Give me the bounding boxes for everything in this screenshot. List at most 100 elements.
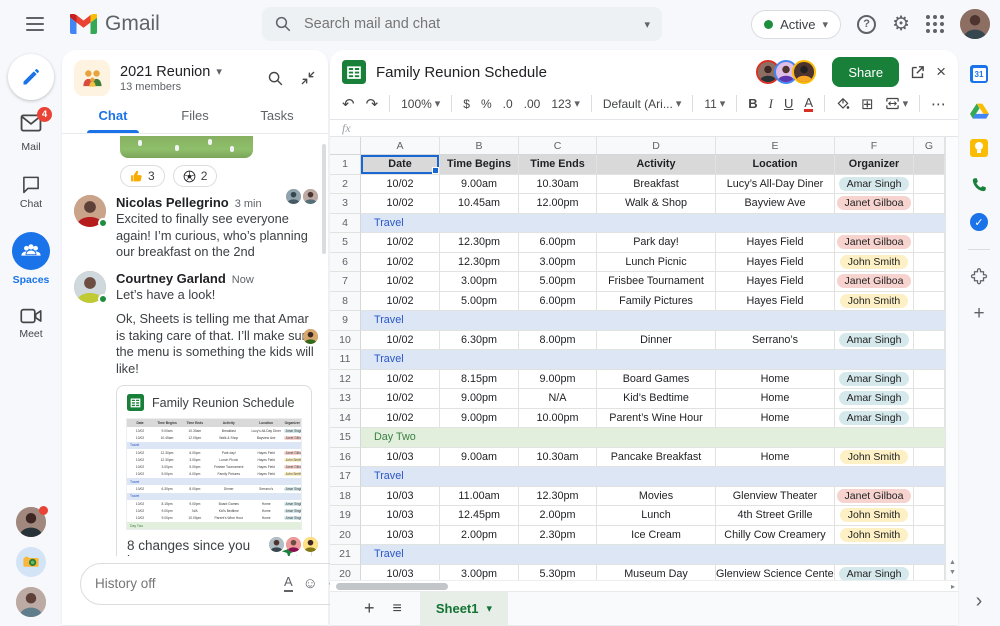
sheet-cell[interactable]: Glenview Science Center (716, 564, 835, 580)
sheet-cell[interactable]: Chilly Cow Creamery (716, 525, 835, 545)
document-title[interactable]: Family Reunion Schedule (376, 64, 752, 81)
sheet-cell[interactable]: 10.45am (440, 194, 519, 214)
sheets-preview-card[interactable]: Family Reunion Schedule Date Time Begins T… (116, 385, 312, 556)
collapse-icon[interactable] (300, 70, 316, 86)
sheet-cell[interactable] (914, 252, 945, 272)
borders-icon[interactable]: ⊞ (861, 95, 874, 113)
sheet-cell[interactable] (914, 447, 945, 467)
more-toolbar-icon[interactable]: ⋯ (931, 95, 946, 113)
sheet-cell[interactable]: 10/02 (361, 330, 440, 350)
sheet-cell[interactable]: 9.00pm (440, 408, 519, 428)
sheet-cell[interactable] (914, 330, 945, 350)
sheet-cell[interactable]: John Smith (835, 525, 914, 545)
collaborator-avatar[interactable] (792, 60, 817, 84)
underline-button[interactable]: U (784, 96, 793, 111)
italic-button[interactable]: I (769, 96, 773, 112)
google-apps-icon[interactable] (926, 15, 944, 33)
emoji-icon[interactable]: ☺ (303, 575, 318, 592)
sheet-cell[interactable]: 2.00pm (519, 506, 597, 526)
sheet-cell[interactable]: Organizer (835, 155, 914, 175)
undo-icon[interactable]: ↶ (342, 95, 355, 113)
sheet-cell[interactable]: Glenview Theater (716, 486, 835, 506)
keep-icon[interactable] (969, 138, 989, 158)
column-header-F[interactable]: F (835, 137, 914, 154)
share-button[interactable]: Share (832, 57, 900, 87)
row-header[interactable]: 2 (330, 174, 361, 194)
compose-button[interactable] (8, 54, 54, 100)
sidebar-item-chat[interactable]: Chat (0, 175, 62, 210)
sheet-cell[interactable]: Amar Singh (835, 330, 914, 350)
sheet-cell[interactable]: Location (716, 155, 835, 175)
row-header[interactable]: 11 (330, 350, 361, 370)
sheet-cell[interactable]: N/A (519, 389, 597, 409)
sheet-cell[interactable]: Home (716, 369, 835, 389)
sheet-cell[interactable] (914, 389, 945, 409)
column-header-E[interactable]: E (716, 137, 835, 154)
row-header[interactable]: 10 (330, 330, 361, 350)
search-options-caret-icon[interactable]: ▾ (644, 18, 650, 31)
sheet-cell[interactable]: 11.00am (440, 486, 519, 506)
merge-cells-icon[interactable]: ▾ (885, 97, 908, 110)
sheet-cell[interactable]: 10/03 (361, 506, 440, 526)
sheet-tab[interactable]: Sheet1 ▾ (419, 591, 509, 626)
sheet-cell[interactable]: Ice Cream (597, 525, 716, 545)
sheet-cell[interactable]: Lunch (597, 506, 716, 526)
settings-gear-icon[interactable]: ⚙ (892, 14, 910, 34)
sheet-cell[interactable]: Home (716, 408, 835, 428)
sheet-cell[interactable]: Janet Gilboa (835, 194, 914, 214)
sheet-cell[interactable]: Park day! (597, 233, 716, 253)
sheet-cell[interactable]: 5.00pm (440, 291, 519, 311)
format-percent-button[interactable]: % (481, 97, 492, 111)
vertical-scrollbar[interactable]: ▲ ▼ (945, 137, 958, 580)
sheet-cell[interactable] (914, 194, 945, 214)
select-all-corner[interactable] (330, 137, 361, 154)
search-bar[interactable]: ▾ (262, 7, 662, 41)
sheet-cell[interactable]: 12.45pm (440, 506, 519, 526)
row-header[interactable]: 6 (330, 252, 361, 272)
row-header[interactable]: 16 (330, 447, 361, 467)
open-in-new-icon[interactable] (909, 64, 926, 81)
row-header[interactable]: 14 (330, 408, 361, 428)
sheet-cell[interactable]: 6.30pm (440, 330, 519, 350)
sheet-cell[interactable]: Family Pictures (597, 291, 716, 311)
sheet-cell[interactable]: 10/02 (361, 389, 440, 409)
row-header[interactable]: 12 (330, 369, 361, 389)
sheet-cell[interactable] (914, 506, 945, 526)
column-header-G[interactable]: G (914, 137, 945, 154)
sheet-cell[interactable]: Time Begins (440, 155, 519, 175)
sheet-cell[interactable]: Amar Singh (835, 369, 914, 389)
sheet-cell[interactable]: 8.00pm (519, 330, 597, 350)
sheet-cell[interactable]: 5.30pm (519, 564, 597, 580)
row-header[interactable]: 20 (330, 525, 361, 545)
account-avatar[interactable] (960, 9, 990, 39)
banner-row-travel[interactable]: Travel (361, 311, 958, 331)
column-header-B[interactable]: B (440, 137, 519, 154)
sheet-cell[interactable]: Amar Singh (835, 174, 914, 194)
chat-scrollbar[interactable] (322, 144, 326, 254)
voice-icon[interactable] (969, 175, 989, 195)
close-icon[interactable]: × (936, 62, 946, 82)
row-header[interactable]: 19 (330, 506, 361, 526)
scroll-right-icon[interactable]: ▸ (951, 581, 955, 592)
sheet-cell[interactable]: 9.00am (440, 447, 519, 467)
message-input-pill[interactable]: A ☺ ⋯ (80, 562, 356, 605)
sheet-cell[interactable]: 10/03 (361, 564, 440, 580)
row-header[interactable]: 17 (330, 467, 361, 487)
more-formats-button[interactable]: 123 ▾ (551, 97, 580, 111)
search-input[interactable] (302, 15, 635, 33)
sheet-cell[interactable] (914, 408, 945, 428)
banner-row-daytwo[interactable]: Day Two (361, 428, 958, 448)
sheet-cell[interactable]: Board Games (597, 369, 716, 389)
sheet-cell[interactable]: 10/02 (361, 272, 440, 292)
sheet-cell[interactable]: Home (716, 447, 835, 467)
contact-avatar[interactable] (16, 547, 46, 577)
sheet-cell[interactable]: 9.00pm (440, 389, 519, 409)
sheet-cell[interactable]: Amar Singh (835, 389, 914, 409)
sheet-cell[interactable]: 10/02 (361, 174, 440, 194)
font-size-select[interactable]: 11 ▾ (704, 97, 725, 111)
sheet-cell[interactable]: Hayes Field (716, 233, 835, 253)
sheet-cell[interactable]: 10.00pm (519, 408, 597, 428)
sheet-cell[interactable]: Kid’s Bedtime (597, 389, 716, 409)
sheet-cell[interactable]: 10.30am (519, 447, 597, 467)
column-header-A[interactable]: A (361, 137, 440, 154)
